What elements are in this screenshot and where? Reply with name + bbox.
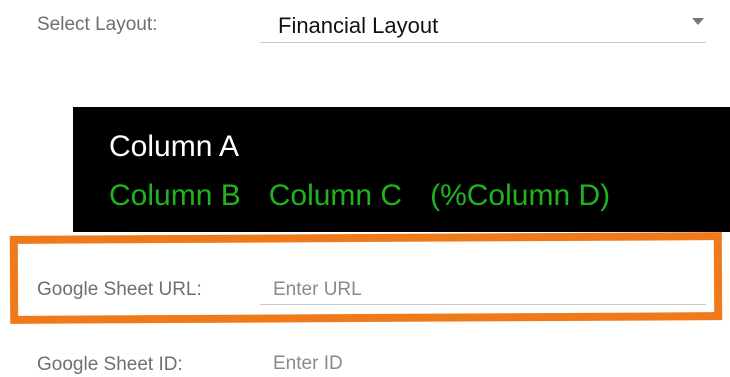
preview-column-c: Column C — [268, 179, 403, 212]
sheet-url-input[interactable] — [273, 277, 703, 303]
layout-preview-panel: Column A Column B Column C (%Column D) — [73, 107, 730, 232]
sheet-id-input[interactable] — [273, 352, 703, 376]
preview-secondary-columns: Column B Column C (%Column D) — [109, 179, 638, 213]
select-layout-label: Select Layout: — [37, 14, 158, 35]
preview-column-a: Column A — [109, 130, 240, 163]
sheet-id-label: Google Sheet ID: — [37, 354, 183, 375]
layout-selected-value: Financial Layout — [278, 13, 439, 38]
sheet-url-label: Google Sheet URL: — [37, 279, 202, 300]
preview-column-d: (%Column D) — [430, 179, 611, 212]
chevron-down-icon[interactable] — [692, 18, 704, 25]
layout-dropdown[interactable]: Financial Layout — [260, 4, 706, 43]
preview-column-b: Column B — [109, 179, 241, 212]
sheet-url-underline — [260, 304, 706, 305]
